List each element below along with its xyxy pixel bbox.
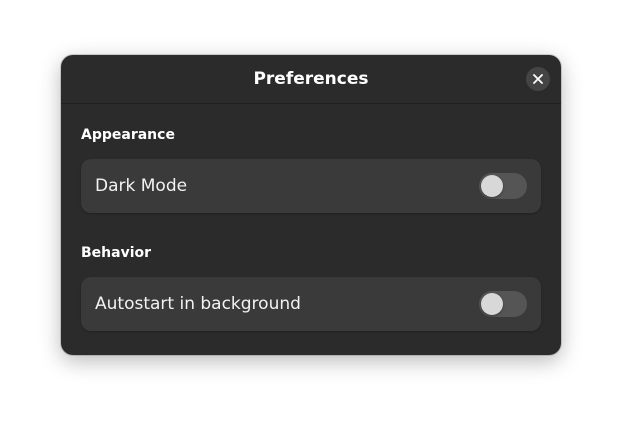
autostart-toggle[interactable] [479,291,527,317]
dialog-header: Preferences [61,55,561,104]
row-autostart: Autostart in background [81,277,541,331]
row-dark-mode: Dark Mode [81,159,541,213]
dialog-title: Preferences [253,69,369,89]
toggle-knob [481,175,503,197]
row-label-dark-mode: Dark Mode [95,176,188,196]
close-icon [533,74,543,84]
preferences-dialog: Preferences Appearance Dark Mode Behavio… [61,55,561,355]
row-label-autostart: Autostart in background [95,294,301,314]
dark-mode-toggle[interactable] [479,173,527,199]
section-heading-behavior: Behavior [81,245,152,261]
toggle-knob [481,293,503,315]
section-heading-appearance: Appearance [81,127,175,143]
close-button[interactable] [526,67,550,91]
